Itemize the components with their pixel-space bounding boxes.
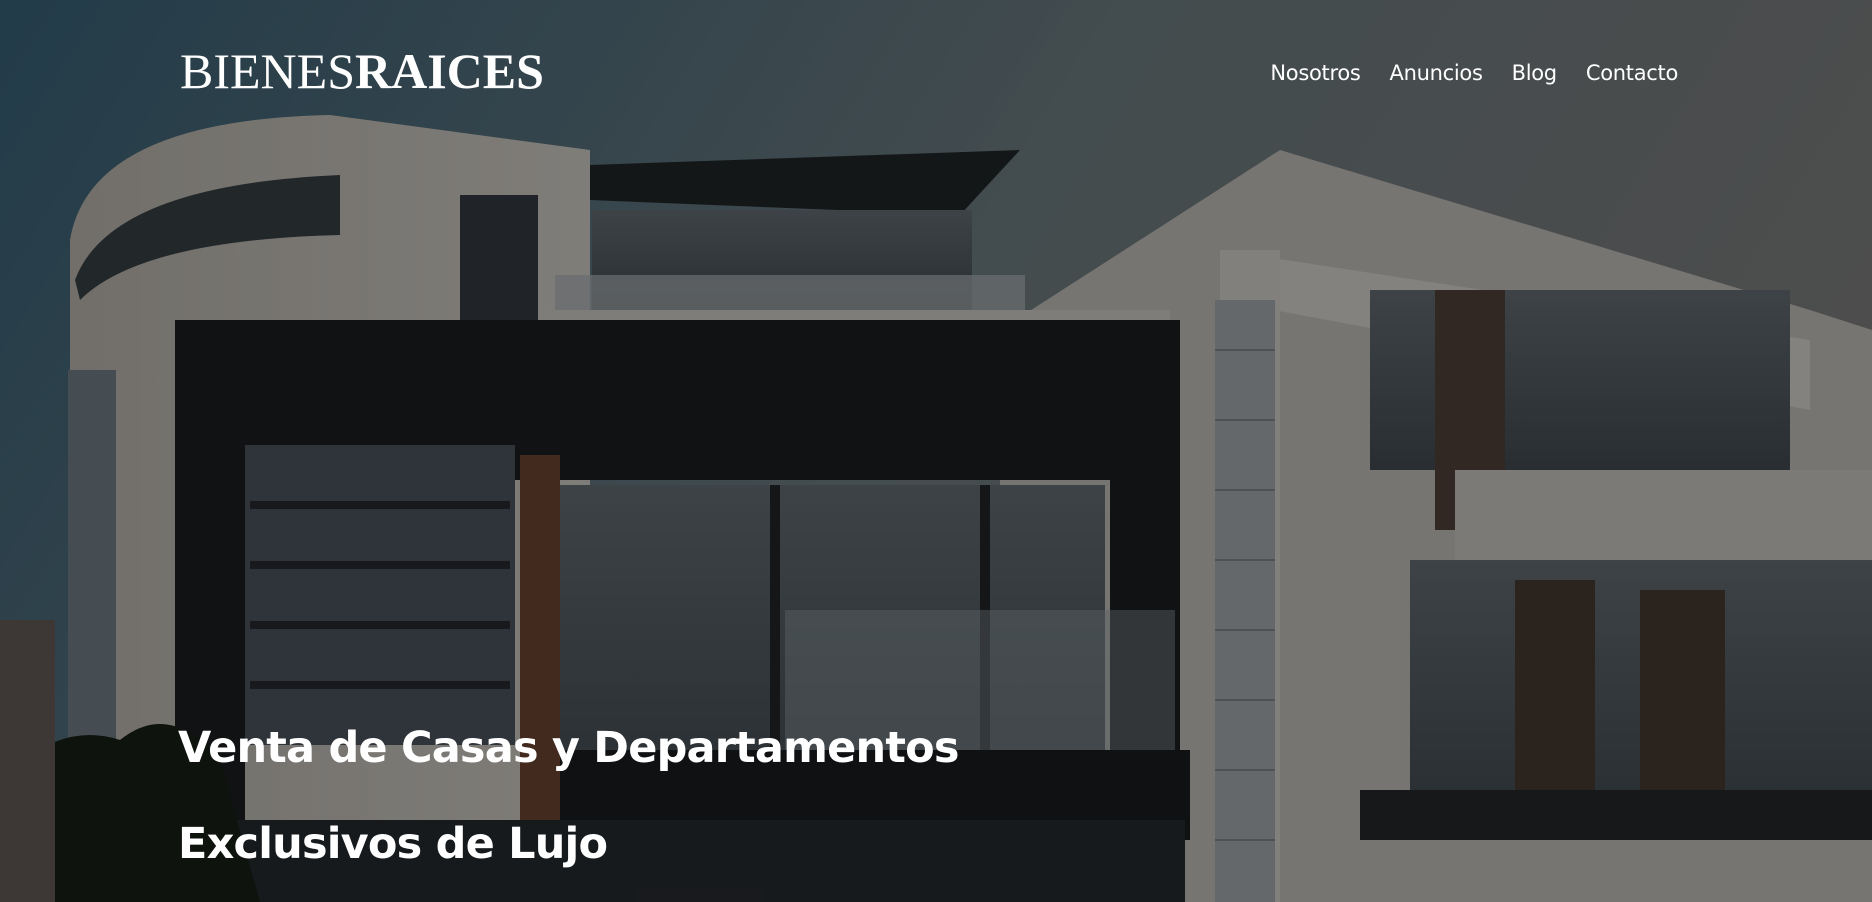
nav-link-anuncios[interactable]: Anuncios	[1390, 56, 1483, 90]
nav-link-blog[interactable]: Blog	[1512, 56, 1558, 90]
hero-headline: Venta de Casas y Departamentos Exclusivo…	[178, 700, 1078, 892]
hero-headline-line-1: Venta de Casas y Departamentos	[178, 723, 959, 773]
site-header: BIENESRAICES Nosotros Anuncios Blog Cont…	[0, 0, 1872, 140]
logo-bold-text: RAICES	[355, 43, 544, 99]
hero-section: BIENESRAICES Nosotros Anuncios Blog Cont…	[0, 0, 1872, 902]
nav-link-contacto[interactable]: Contacto	[1586, 56, 1678, 90]
site-logo[interactable]: BIENESRAICES	[180, 40, 544, 102]
logo-light-text: BIENES	[180, 43, 355, 99]
main-navigation: Nosotros Anuncios Blog Contacto	[1270, 56, 1678, 90]
hero-headline-line-2: Exclusivos de Lujo	[178, 819, 608, 869]
nav-link-nosotros[interactable]: Nosotros	[1270, 56, 1360, 90]
